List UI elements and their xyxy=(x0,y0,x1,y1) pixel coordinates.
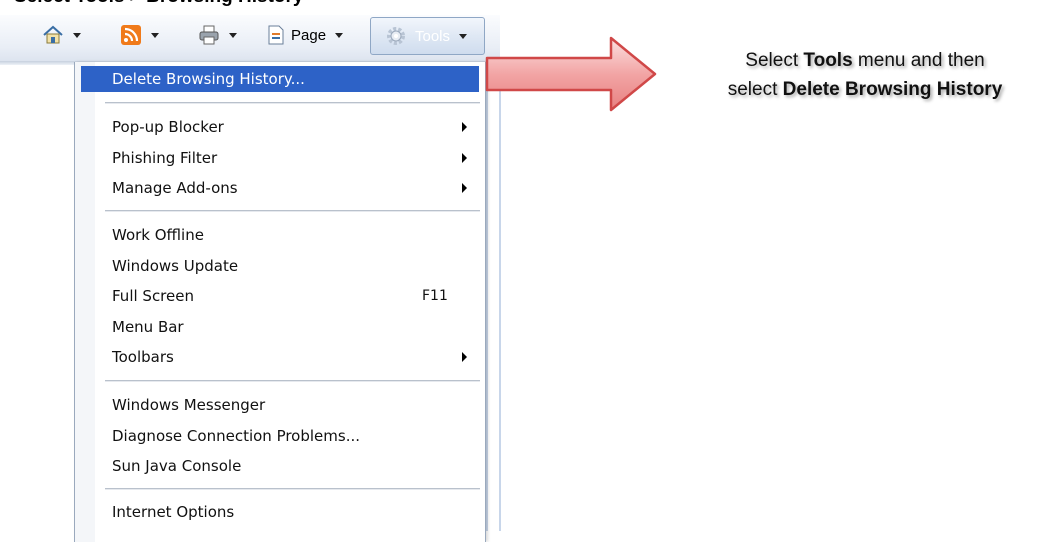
page-menu-button[interactable]: Page xyxy=(265,22,344,48)
menu-item-label: Menu Bar xyxy=(112,318,184,336)
tools-dropdown-menu: Delete Browsing History... Pop-up Blocke… xyxy=(74,62,486,542)
menu-item-delete-browsing-history[interactable]: Delete Browsing History... xyxy=(81,66,479,92)
menu-separator xyxy=(105,102,480,105)
rss-feed-icon xyxy=(121,25,141,45)
tools-dropdown-icon[interactable] xyxy=(459,33,468,39)
home-icon xyxy=(43,25,63,44)
menu-separator xyxy=(105,380,480,383)
menu-item-shortcut: F11 xyxy=(422,288,448,304)
menu-item-phishing-filter[interactable]: Phishing Filter xyxy=(81,145,479,171)
menu-item-label: Sun Java Console xyxy=(112,457,242,475)
menu-item-label: Phishing Filter xyxy=(112,149,218,167)
menu-item-windows-update[interactable]: Windows Update xyxy=(81,253,479,279)
printer-icon xyxy=(199,25,219,45)
menu-item-label: Delete Browsing History... xyxy=(112,70,305,88)
page-menu-label: Page xyxy=(291,26,327,44)
menu-item-windows-messenger[interactable]: Windows Messenger xyxy=(81,392,479,418)
submenu-arrow-icon xyxy=(462,122,467,132)
print-dropdown-icon[interactable] xyxy=(229,32,237,38)
callout-text: Select xyxy=(745,50,804,71)
menu-item-label: Diagnose Connection Problems... xyxy=(112,427,361,445)
menu-item-menu-bar[interactable]: Menu Bar xyxy=(81,314,479,340)
tools-menu-label: Tools xyxy=(415,27,451,45)
callout-bold: Delete Browsing History xyxy=(782,79,1003,100)
menu-item-label: Full Screen xyxy=(112,287,194,305)
tools-menu-button[interactable]: Tools xyxy=(370,17,485,55)
menu-item-label: Internet Options xyxy=(112,503,235,521)
menu-item-toolbars[interactable]: Toolbars xyxy=(81,344,479,370)
menu-item-sun-java-console[interactable]: Sun Java Console xyxy=(81,453,479,479)
menu-separator xyxy=(105,210,480,213)
submenu-arrow-icon xyxy=(462,352,467,362)
page-dropdown-icon[interactable] xyxy=(335,32,344,38)
callout-text: select xyxy=(727,79,783,100)
callout-text: menu and then xyxy=(852,50,985,71)
submenu-arrow-icon xyxy=(462,153,467,163)
home-button[interactable] xyxy=(42,22,81,48)
page-heading: Select Tools > Browsing History xyxy=(14,0,303,8)
feeds-button[interactable] xyxy=(120,22,159,48)
page-border-left xyxy=(486,60,488,531)
menu-item-work-offline[interactable]: Work Offline xyxy=(81,222,479,248)
page-border-right xyxy=(499,60,501,531)
menu-item-label: Pop-up Blocker xyxy=(112,118,224,136)
feeds-dropdown-icon[interactable] xyxy=(151,32,159,38)
menu-item-label: Manage Add-ons xyxy=(112,179,238,197)
menu-separator xyxy=(105,488,480,491)
gear-icon xyxy=(387,27,405,45)
menu-item-label: Windows Update xyxy=(112,257,239,275)
menu-item-internet-options[interactable]: Internet Options xyxy=(81,499,479,525)
instruction-callout: Select Tools menu and then select Delete… xyxy=(660,46,1061,104)
print-button[interactable] xyxy=(198,22,237,48)
menu-item-label: Work Offline xyxy=(112,226,204,244)
menu-item-label: Toolbars xyxy=(112,348,174,366)
home-dropdown-icon[interactable] xyxy=(73,32,81,38)
menu-item-label: Windows Messenger xyxy=(112,396,266,414)
callout-bold: Tools xyxy=(803,50,853,71)
menu-item-diagnose-connection-problems[interactable]: Diagnose Connection Problems... xyxy=(81,423,479,449)
menu-item-full-screen[interactable]: Full Screen F11 xyxy=(81,283,479,309)
submenu-arrow-icon xyxy=(462,183,467,193)
page-icon xyxy=(268,25,284,45)
menu-item-popup-blocker[interactable]: Pop-up Blocker xyxy=(81,114,479,140)
callout-arrow-icon xyxy=(485,36,657,112)
menu-item-manage-add-ons[interactable]: Manage Add-ons xyxy=(81,175,479,201)
